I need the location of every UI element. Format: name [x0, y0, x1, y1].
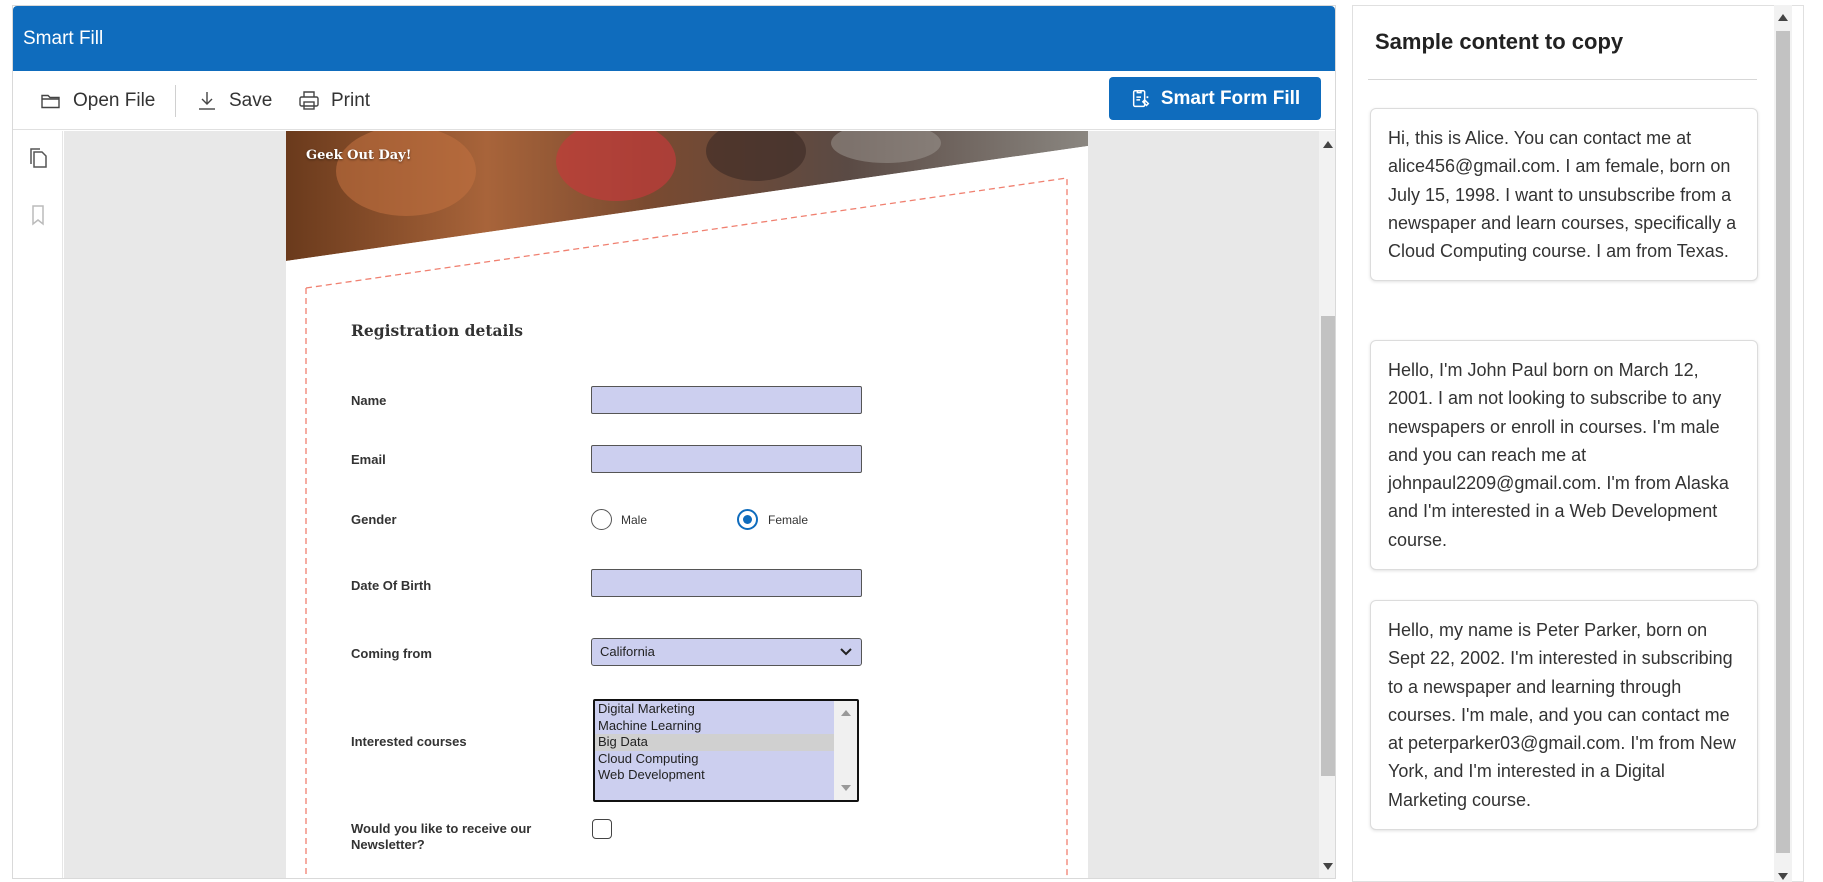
- download-icon: [199, 91, 215, 110]
- pdf-page: Geek Out Day! Registration details Name …: [286, 131, 1088, 878]
- course-option[interactable]: Cloud Computing: [595, 751, 857, 768]
- navigation-sidebar: [13, 131, 63, 878]
- coming-from-select[interactable]: California: [591, 638, 862, 666]
- sample-scroll-down-arrow[interactable]: [1778, 873, 1788, 880]
- print-label: Print: [331, 89, 371, 111]
- email-field[interactable]: [591, 445, 862, 473]
- open-file-button[interactable]: Open File: [39, 71, 155, 130]
- courses-listbox[interactable]: Digital Marketing Machine Learning Big D…: [593, 699, 859, 802]
- title-bar: Smart Fill: [13, 6, 1335, 71]
- newsletter-label: Would you like to receive our Newsletter…: [351, 821, 531, 853]
- gender-label: Gender: [351, 512, 397, 527]
- pdf-viewer: Smart Fill Open File Save Print Smart Fo…: [12, 5, 1336, 879]
- gender-female-label: Female: [768, 513, 809, 527]
- pages-icon[interactable]: [26, 146, 50, 170]
- scroll-down-arrow[interactable]: [1323, 863, 1333, 870]
- bookmark-icon[interactable]: [26, 203, 50, 227]
- window-title: Smart Fill: [23, 28, 104, 49]
- coming-from-label: Coming from: [351, 646, 432, 661]
- course-option[interactable]: Digital Marketing: [595, 701, 857, 718]
- course-option-highlighted[interactable]: Big Data: [595, 734, 834, 751]
- course-option[interactable]: Machine Learning: [595, 718, 857, 735]
- gender-male-label: Male: [621, 513, 648, 527]
- save-label: Save: [229, 89, 273, 111]
- sample-content-panel: Sample content to copy Hi, this is Alice…: [1352, 5, 1804, 882]
- toolbar-divider: [175, 85, 176, 117]
- printer-icon: [299, 90, 319, 110]
- chevron-down-icon: [840, 648, 852, 656]
- form-title: Registration details: [351, 321, 524, 340]
- document-area: Geek Out Day! Registration details Name …: [64, 131, 1319, 878]
- newsletter-label-line1: Would you like to receive our: [351, 821, 532, 836]
- sample-card-john[interactable]: Hello, I'm John Paul born on March 12, 2…: [1370, 340, 1758, 571]
- smart-form-fill-label: Smart Form Fill: [1160, 87, 1301, 109]
- open-file-label: Open File: [73, 89, 156, 111]
- gender-male-radio[interactable]: [591, 509, 612, 530]
- gender-female-radio[interactable]: [737, 509, 758, 530]
- smart-fill-icon: [1132, 89, 1150, 107]
- coming-from-value: California: [600, 644, 655, 659]
- sample-card-alice[interactable]: Hi, this is Alice. You can contact me at…: [1370, 108, 1758, 282]
- print-button[interactable]: Print: [297, 71, 370, 130]
- email-label: Email: [351, 452, 386, 467]
- sample-panel-title: Sample content to copy: [1375, 29, 1624, 54]
- sample-card-peter[interactable]: Hello, my name is Peter Parker, born on …: [1370, 600, 1758, 831]
- name-field[interactable]: [591, 386, 862, 414]
- course-option[interactable]: Web Development: [595, 767, 857, 784]
- name-label: Name: [351, 393, 387, 408]
- folder-open-icon: [41, 94, 60, 108]
- listbox-scrollbar[interactable]: [834, 701, 857, 800]
- smart-form-fill-button[interactable]: Smart Form Fill: [1109, 77, 1321, 120]
- date-of-birth-field[interactable]: [591, 569, 862, 597]
- dob-label: Date Of Birth: [351, 578, 432, 593]
- save-button[interactable]: Save: [195, 71, 272, 130]
- scroll-thumb[interactable]: [1321, 316, 1335, 776]
- sample-panel-scrollbar[interactable]: [1774, 5, 1792, 882]
- scroll-up-arrow[interactable]: [1323, 141, 1333, 148]
- courses-label: Interested courses: [351, 734, 467, 749]
- newsletter-checkbox[interactable]: [592, 819, 612, 839]
- sample-panel-divider: [1368, 79, 1757, 80]
- sample-scroll-thumb[interactable]: [1776, 31, 1790, 853]
- document-scrollbar[interactable]: [1319, 131, 1335, 878]
- newsletter-label-line2: Newsletter?: [351, 837, 425, 852]
- sample-scroll-up-arrow[interactable]: [1778, 14, 1788, 21]
